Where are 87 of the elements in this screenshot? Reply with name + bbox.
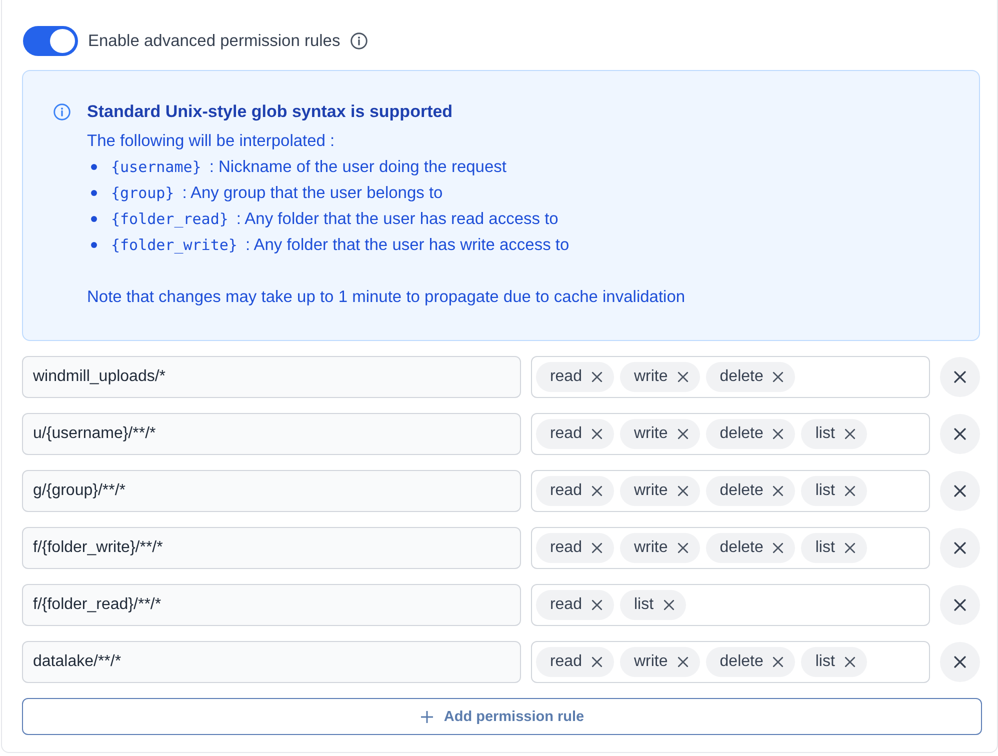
remove-rule-button[interactable] <box>940 357 980 397</box>
plus-icon <box>420 710 434 724</box>
variable-name: {username} <box>111 157 202 178</box>
callout-intro: The following will be interpolated : <box>87 131 336 152</box>
permission-tag[interactable]: read <box>536 647 614 677</box>
permission-tag[interactable]: read <box>536 533 614 563</box>
path-field[interactable]: datalake/**/* <box>22 641 521 683</box>
info-icon <box>350 32 368 50</box>
variable-description: : Any group that the user belongs to <box>182 183 443 204</box>
close-icon <box>952 426 968 442</box>
close-icon <box>952 369 968 385</box>
close-icon <box>952 654 968 670</box>
permission-tag[interactable]: read <box>536 362 614 392</box>
close-icon <box>676 655 690 669</box>
close-icon <box>952 483 968 499</box>
permissions-field[interactable]: read write delete list <box>530 470 930 512</box>
remove-rule-button[interactable] <box>940 528 980 568</box>
permission-tag[interactable]: delete <box>706 362 796 392</box>
permission-tag[interactable]: delete <box>706 647 796 677</box>
close-icon <box>676 370 690 384</box>
path-field[interactable]: f/{folder_read}/**/* <box>22 584 521 626</box>
bullet-icon <box>91 216 97 222</box>
permission-tag[interactable]: read <box>536 476 614 506</box>
permission-tag[interactable]: delete <box>706 476 796 506</box>
permission-tag[interactable]: list <box>620 590 686 620</box>
variable-description: : Nickname of the user doing the request <box>209 157 506 178</box>
path-field[interactable]: f/{folder_write}/**/* <box>22 527 521 569</box>
close-icon <box>676 484 690 498</box>
variable-description: : Any folder that the user has write access to <box>245 235 570 256</box>
permission-tag[interactable]: read <box>536 419 614 449</box>
path-field[interactable]: g/{group}/**/* <box>22 470 521 512</box>
close-icon <box>590 370 604 384</box>
close-icon <box>842 484 857 498</box>
path-field[interactable]: windmill_uploads/* <box>22 356 521 398</box>
bullet-icon <box>91 164 97 170</box>
remove-rule-button[interactable] <box>940 642 980 682</box>
close-icon <box>842 655 857 669</box>
toggle-switch[interactable] <box>23 26 78 56</box>
callout-title: Standard Unix-style glob syntax is supported <box>87 102 454 122</box>
close-icon <box>771 370 786 384</box>
close-icon <box>676 427 690 441</box>
callout-note: Note that changes may take up to 1 minute to propagate due to cache invalidation <box>87 287 686 308</box>
variable-name: {group} <box>111 183 174 204</box>
variable-name: {folder_write} <box>111 235 238 256</box>
close-icon <box>771 541 786 555</box>
close-icon <box>842 541 857 555</box>
permission-tag[interactable]: write <box>620 533 700 563</box>
info-icon <box>53 103 71 121</box>
close-icon <box>771 655 786 669</box>
permission-tag[interactable]: delete <box>706 419 796 449</box>
permission-tag[interactable]: list <box>801 533 867 563</box>
bullet-icon <box>91 190 97 196</box>
close-icon <box>590 484 604 498</box>
close-icon <box>662 598 676 612</box>
remove-rule-button[interactable] <box>940 471 980 511</box>
add-rule-button[interactable]: Add permission rule <box>22 698 982 735</box>
permissions-field[interactable]: read write delete list <box>530 413 930 455</box>
permission-tag[interactable]: read <box>536 590 614 620</box>
permission-tag[interactable]: write <box>620 647 700 677</box>
permissions-field[interactable]: read write delete list <box>530 641 930 683</box>
close-icon <box>952 597 968 613</box>
permission-tag[interactable]: list <box>801 647 867 677</box>
permissions-field[interactable]: read list <box>530 584 930 626</box>
permission-tag[interactable]: list <box>801 419 867 449</box>
variable-name: {folder_read} <box>111 209 228 230</box>
toggle-label: Enable advanced permission rules <box>88 32 340 50</box>
permission-tag[interactable]: write <box>620 419 700 449</box>
close-icon <box>590 598 604 612</box>
variable-description: : Any folder that the user has read access to <box>236 209 558 230</box>
close-icon <box>590 427 604 441</box>
permissions-field[interactable]: read write delete list <box>530 527 930 569</box>
remove-rule-button[interactable] <box>940 414 980 454</box>
permission-tag[interactable]: delete <box>706 533 796 563</box>
close-icon <box>590 655 604 669</box>
permission-tag[interactable]: write <box>620 476 700 506</box>
close-icon <box>842 427 857 441</box>
path-field[interactable]: u/{username}/**/* <box>22 413 521 455</box>
remove-rule-button[interactable] <box>940 585 980 625</box>
permission-tag[interactable]: list <box>801 476 867 506</box>
close-icon <box>771 427 786 441</box>
permissions-field[interactable]: read write delete <box>530 356 930 398</box>
close-icon <box>771 484 786 498</box>
permission-tag[interactable]: write <box>620 362 700 392</box>
close-icon <box>676 541 690 555</box>
bullet-icon <box>91 242 97 248</box>
close-icon <box>590 541 604 555</box>
close-icon <box>952 540 968 556</box>
